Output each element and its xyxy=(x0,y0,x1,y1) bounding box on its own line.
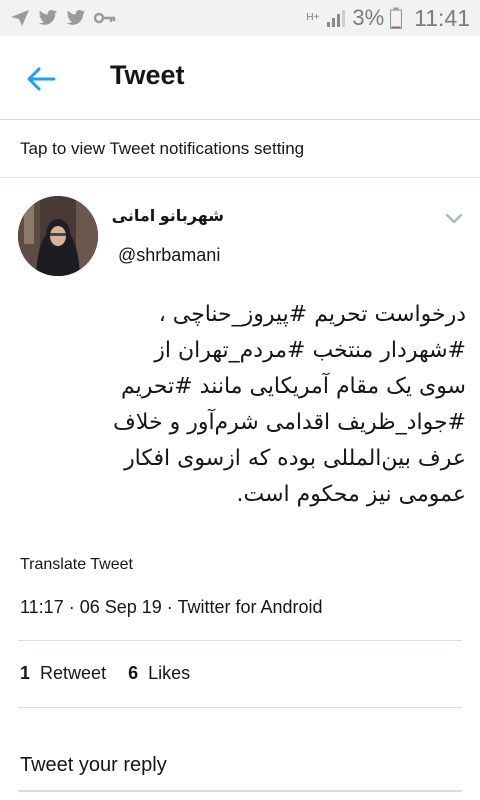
tweet-text-line: عمومی نیز محکوم است. xyxy=(236,482,466,507)
tweet-text-line: سوی یک مقام آمریکایی مانند #تحریم xyxy=(121,374,466,399)
tweet-text-line: عرف بین‌المللی بوده که ازسوی افکار xyxy=(124,446,466,471)
reply-input[interactable]: Tweet your reply xyxy=(20,754,167,777)
send-icon xyxy=(11,10,29,26)
avatar-photo xyxy=(18,196,98,276)
author-name[interactable]: شهربانو امانی xyxy=(112,206,224,226)
likes-stat[interactable]: 6 Likes xyxy=(128,663,190,684)
tweet-text: درخواست تحریم #پیروز_حناچی ، #شهردار منت… xyxy=(18,297,466,513)
status-bar: H+ 3% 11:41 xyxy=(0,0,480,36)
engagement-stats: 1 Retweet 6 Likes xyxy=(20,663,190,684)
network-type-label: H+ xyxy=(306,12,320,23)
retweets-stat[interactable]: 1 Retweet xyxy=(20,663,106,684)
divider xyxy=(18,640,462,641)
chevron-down-icon[interactable] xyxy=(440,204,468,232)
app-bar: Tweet xyxy=(0,36,480,120)
divider xyxy=(18,707,462,708)
key-icon xyxy=(94,12,116,24)
avatar[interactable] xyxy=(18,196,98,276)
retweet-label: Retweet xyxy=(40,663,107,683)
author-handle[interactable]: @shrbamani xyxy=(118,245,220,266)
battery-percent: 3% xyxy=(352,5,385,30)
likes-count: 6 xyxy=(128,663,139,683)
tweet-text-line: #شهردار منتخب #مردم_تهران از xyxy=(154,338,466,363)
back-arrow-icon[interactable] xyxy=(24,62,58,96)
battery-icon xyxy=(390,7,403,29)
reply-input-underline xyxy=(18,790,462,792)
signal-icon xyxy=(327,10,346,27)
tweet-text-line: درخواست تحریم #پیروز_حناچی ، xyxy=(158,302,466,327)
status-right: H+ 3% 11:41 xyxy=(306,5,470,32)
twitter-icon xyxy=(38,10,58,25)
twitter-icon xyxy=(66,10,86,25)
tweet-text-line: #جواد_ظریف اقدامی شرم‌آور و خلاف xyxy=(113,410,466,435)
retweet-count: 1 xyxy=(20,663,31,683)
notification-settings-banner[interactable]: Tap to view Tweet notifications setting xyxy=(0,121,480,178)
notification-banner-text: Tap to view Tweet notifications setting xyxy=(20,139,305,158)
page-title: Tweet xyxy=(110,60,185,90)
tweet-timestamp-source: 11:17 · 06 Sep 19 · Twitter for Android xyxy=(20,597,323,617)
status-left-icons xyxy=(10,9,116,27)
translate-tweet-link[interactable]: Translate Tweet xyxy=(20,556,133,574)
likes-label: Likes xyxy=(148,663,191,683)
status-time: 11:41 xyxy=(414,4,470,31)
